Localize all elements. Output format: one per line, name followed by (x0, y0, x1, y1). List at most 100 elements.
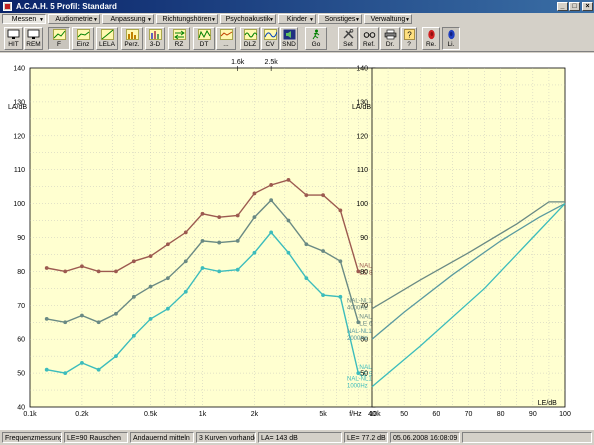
status-bar: Frequenzmessung LE=90 Rauschen Andauernd… (0, 430, 594, 445)
toolbar-label: SND (282, 41, 296, 48)
data-point (80, 313, 84, 318)
maximize-button[interactable]: □ (569, 2, 580, 11)
toolbar-button-snd[interactable]: SND (280, 27, 298, 50)
data-point (200, 238, 205, 243)
x-tick-label: 0.5k (144, 411, 158, 418)
toolbar-button-cv[interactable]: CV (261, 27, 279, 50)
toolbar-label: Ref. (363, 41, 375, 48)
toolbar-button-left-ear[interactable]: Li. (442, 27, 460, 50)
toolbar-button-more[interactable]: ... (216, 27, 236, 50)
toolbar-button-hit[interactable]: HIT (4, 27, 23, 50)
series-label: NAL-NL1 (347, 299, 372, 305)
toolbar-label: DLZ (243, 41, 257, 48)
data-point (286, 177, 291, 182)
chevron-down-icon: ▼ (39, 17, 44, 23)
toolbar-button-ref[interactable]: Ref. (359, 27, 379, 50)
chevron-down-icon: ▼ (147, 17, 152, 23)
data-point (252, 250, 257, 255)
monitor-icon (7, 29, 20, 39)
toolbar-button-einz[interactable]: Einz (72, 27, 94, 50)
tab-sonstiges[interactable]: Sonstiges ▼ (318, 14, 362, 24)
minimize-button[interactable]: _ (557, 2, 568, 11)
status-datetime: 05.06.2008 16:08:09 (390, 432, 460, 443)
tab-verwaltung[interactable]: Verwaltung ▼ (364, 14, 412, 24)
toolbar-button-rz[interactable]: RZ (168, 27, 190, 50)
toolbar-button-right-ear[interactable]: Re. (422, 27, 440, 50)
series-label: 1000Hz (347, 384, 368, 390)
bars-icon (125, 29, 139, 40)
status-le-noise: LE=90 Rauschen (64, 432, 128, 443)
toolbar-label: Perz. (124, 41, 140, 48)
x-tick-label: 40 (368, 411, 376, 418)
status-curve-count: 3 Kurven vorhanden (196, 432, 256, 443)
y-tick-label: 100 (356, 201, 368, 208)
y-tick-label: 90 (17, 235, 25, 242)
data-point (44, 266, 49, 270)
data-point (44, 367, 49, 372)
y-axis-label: LA/dB (8, 104, 27, 111)
tab-psychoakustik[interactable]: Psychoakustik ▼ (220, 14, 276, 24)
tab-messen[interactable]: Messen ▼ (2, 14, 46, 24)
measurement-area: 40 50 60 70 80 90 100 110 120 130 140 LA/dB 0.1k 0.2k… (0, 53, 594, 430)
toolbar-label: RZ (174, 41, 184, 48)
y-tick-label: 90 (360, 235, 368, 242)
data-point (269, 230, 274, 235)
x-tick-label: 100 (559, 411, 571, 418)
tab-richtungshoeren[interactable]: Richtungshören ▼ (156, 14, 218, 24)
toolbar-button-dt[interactable]: DT (193, 27, 215, 50)
toolbar-label: Dr. (385, 41, 395, 48)
arrows-icon (172, 29, 186, 40)
data-point (252, 191, 257, 196)
tab-anpassung[interactable]: Anpassung ▼ (102, 14, 154, 24)
curve-icon (100, 29, 114, 40)
data-point (131, 333, 136, 338)
tab-audiometrie[interactable]: Audiometrie ▼ (48, 14, 100, 24)
y-tick-label: 120 (13, 133, 25, 140)
app-logo-icon (3, 2, 12, 11)
chevron-down-icon: ▼ (309, 17, 314, 23)
data-point (338, 259, 343, 264)
data-point (183, 230, 188, 235)
toolbar: HIT REM F Einz LELA Perz. 3-D RZ DT ... … (0, 25, 594, 52)
y-tick-label: 50 (17, 371, 25, 378)
menu-tab-bar: Messen ▼ Audiometrie ▼ Anpassung ▼ Richtung… (0, 13, 594, 25)
toolbar-label: Go (311, 41, 321, 48)
series-label: 2000Hz (347, 336, 368, 342)
y-tick-label: 80 (360, 269, 368, 276)
tab-label: Messen (11, 16, 37, 23)
toolbar-button-f[interactable]: F (48, 27, 70, 50)
data-point (114, 269, 118, 274)
toolbar-button-3d[interactable]: 3-D (145, 27, 165, 50)
toolbar-button-perz[interactable]: Perz. (121, 27, 143, 50)
toolbar-button-dlz[interactable]: DLZ (240, 27, 260, 50)
data-point (200, 211, 205, 216)
x-tick-label: 0.1k (23, 411, 37, 418)
toolbar-label: Set (343, 41, 353, 48)
toolbar-label: 3-D (149, 41, 161, 48)
y-tick-label: 110 (357, 167, 368, 174)
toolbar-button-lela[interactable]: LELA (96, 27, 118, 50)
toolbar-label: Einz (76, 41, 90, 48)
monitor-icon (27, 29, 40, 39)
x-tick-label: 5k (319, 411, 327, 418)
x-tick-label: 50 (400, 411, 408, 418)
tab-label: Sonstiges (324, 16, 356, 23)
chevron-down-icon: ▼ (405, 17, 410, 23)
status-mode: Frequenzmessung (2, 432, 62, 443)
close-button[interactable]: × (582, 2, 593, 11)
tab-kinder[interactable]: Kinder ▼ (278, 14, 316, 24)
toolbar-button-rem[interactable]: REM (24, 27, 43, 50)
speaker-icon (283, 29, 295, 40)
status-la: LA= 143 dB (258, 432, 342, 443)
toolbar-button-help[interactable]: ? ? (401, 27, 417, 50)
ear-right-icon (427, 29, 435, 40)
toolbar-button-dr[interactable]: Dr. (380, 27, 400, 50)
toolbar-button-set[interactable]: Set (338, 27, 358, 50)
toolbar-button-go[interactable]: Go (305, 27, 327, 50)
y-tick-label: 140 (356, 66, 368, 73)
data-point (200, 266, 205, 270)
data-point (304, 242, 309, 247)
data-point (252, 215, 257, 220)
curve-icon (219, 29, 233, 40)
chevron-down-icon: ▼ (93, 17, 98, 23)
